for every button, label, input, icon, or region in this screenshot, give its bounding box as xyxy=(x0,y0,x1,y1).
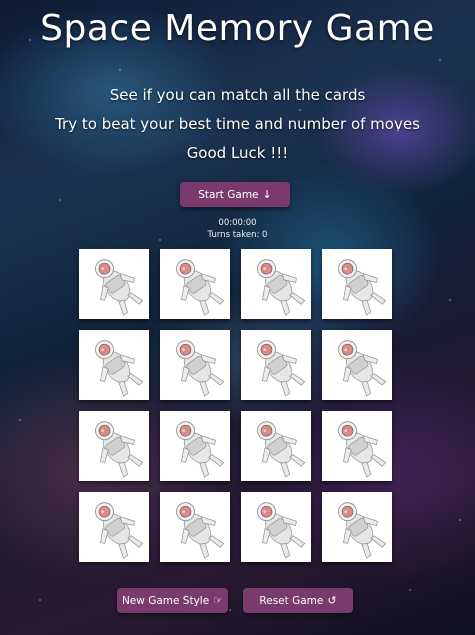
turns-counter: Turns taken: 0 xyxy=(207,230,268,240)
memory-card[interactable] xyxy=(160,492,230,562)
reset-game-label: Reset Game xyxy=(259,594,324,607)
memory-card[interactable] xyxy=(322,249,392,319)
start-game-label: Start Game xyxy=(198,188,259,201)
intro-line-1: See if you can match all the cards xyxy=(109,86,366,104)
timer-display: 00:00:00 xyxy=(218,218,257,228)
new-game-style-button[interactable]: New Game Style ☞ xyxy=(117,588,228,613)
memory-card[interactable] xyxy=(322,492,392,562)
memory-card[interactable] xyxy=(322,330,392,400)
game-page: Space Memory Game See if you can match a… xyxy=(0,0,475,635)
card-grid xyxy=(79,249,392,562)
memory-card[interactable] xyxy=(79,249,149,319)
page-title: Space Memory Game xyxy=(40,8,435,49)
memory-card[interactable] xyxy=(241,330,311,400)
undo-icon: ↺ xyxy=(327,594,337,607)
memory-card[interactable] xyxy=(160,330,230,400)
memory-card[interactable] xyxy=(241,249,311,319)
reset-game-button[interactable]: Reset Game ↺ xyxy=(243,588,353,613)
start-game-button[interactable]: Start Game ↓ xyxy=(180,182,290,207)
hand-point-icon: ☞ xyxy=(213,594,224,607)
memory-card[interactable] xyxy=(79,411,149,481)
memory-card[interactable] xyxy=(160,249,230,319)
memory-card[interactable] xyxy=(322,411,392,481)
memory-card[interactable] xyxy=(79,330,149,400)
memory-card[interactable] xyxy=(241,492,311,562)
intro-line-3: Good Luck !!! xyxy=(186,144,289,162)
arrow-down-icon: ↓ xyxy=(262,188,272,201)
memory-card[interactable] xyxy=(160,411,230,481)
memory-card[interactable] xyxy=(241,411,311,481)
memory-card[interactable] xyxy=(79,492,149,562)
new-game-style-label: New Game Style xyxy=(121,594,210,607)
intro-line-2: Try to beat your best time and number of… xyxy=(55,115,420,133)
